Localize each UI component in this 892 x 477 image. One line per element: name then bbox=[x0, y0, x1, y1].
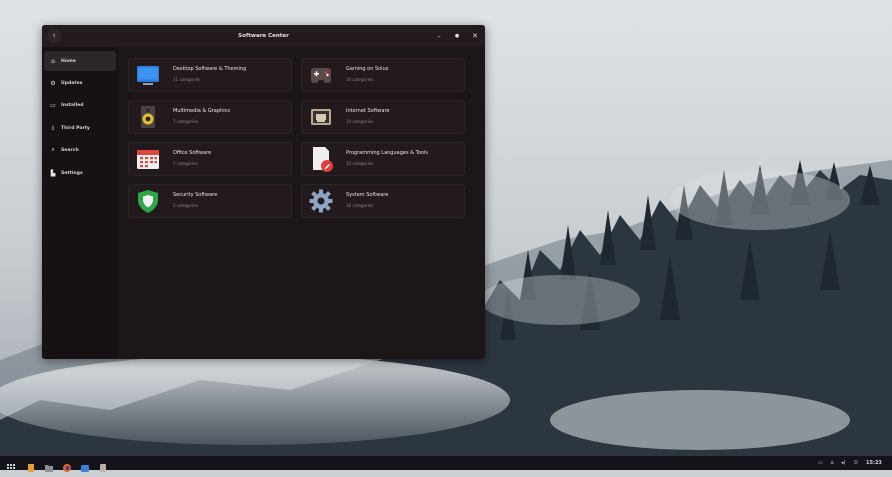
category-title: Gaming on Solus bbox=[346, 66, 389, 72]
category-title: Desktop Software & Theming bbox=[173, 66, 247, 72]
category-card-office[interactable]: Office Software 7 categories bbox=[128, 142, 292, 176]
terminal-icon[interactable] bbox=[98, 458, 108, 472]
close-button[interactable]: ✕ bbox=[468, 29, 482, 43]
category-card-gaming[interactable]: Gaming on Solus 10 categories bbox=[301, 58, 465, 92]
sidebar-item-label: Search bbox=[61, 147, 79, 153]
window-icon[interactable]: ▭ bbox=[818, 456, 823, 470]
titlebar: ‹ Software Center – ● ✕ bbox=[42, 25, 485, 47]
sidebar: ⌂ Home ⚙ Updates ▭ Installed ⤓ Third Par… bbox=[42, 47, 118, 359]
category-grid: Desktop Software & Theming 11 categories… bbox=[118, 47, 485, 359]
category-title: Multimedia & Graphics bbox=[173, 108, 230, 114]
settings-icon: ▙ bbox=[50, 169, 56, 177]
category-card-programming[interactable]: Programming Languages & Tools 10 categor… bbox=[301, 142, 465, 176]
firefox-icon[interactable] bbox=[62, 458, 72, 472]
document-edit-icon bbox=[313, 147, 333, 172]
category-title: System Software bbox=[346, 192, 389, 198]
maximize-button[interactable]: ● bbox=[450, 29, 464, 43]
folder-icon[interactable] bbox=[44, 458, 54, 472]
category-card-multimedia[interactable]: Multimedia & Graphics 7 categories bbox=[128, 100, 292, 134]
sidebar-item-home[interactable]: ⌂ Home bbox=[44, 51, 116, 71]
sidebar-item-label: Installed bbox=[61, 102, 84, 108]
sidebar-item-updates[interactable]: ⚙ Updates bbox=[44, 73, 116, 93]
category-card-desktop[interactable]: Desktop Software & Theming 11 categories bbox=[128, 58, 292, 92]
category-subtitle: 7 categories bbox=[173, 161, 198, 166]
category-card-security[interactable]: Security Software 3 categories bbox=[128, 184, 292, 218]
category-subtitle: 18 categories bbox=[346, 203, 374, 208]
taskbar: ▭ ♙ ◂) ⏻ 15:23 bbox=[0, 456, 892, 472]
gear-icon bbox=[309, 189, 333, 213]
category-title: Office Software bbox=[173, 150, 212, 156]
software-center-icon[interactable] bbox=[80, 458, 90, 472]
category-card-system[interactable]: System Software 18 categories bbox=[301, 184, 465, 218]
category-title: Security Software bbox=[173, 192, 218, 198]
software-center-window: ‹ Software Center – ● ✕ ⌂ Home ⚙ Updates… bbox=[42, 25, 485, 359]
minimize-button[interactable]: – bbox=[432, 29, 446, 43]
sidebar-item-label: Settings bbox=[61, 170, 83, 176]
sidebar-item-installed[interactable]: ▭ Installed bbox=[44, 95, 116, 115]
installed-icon: ▭ bbox=[50, 101, 56, 109]
third-party-icon: ⤓ bbox=[51, 124, 55, 131]
category-subtitle: 3 categories bbox=[173, 203, 198, 208]
sidebar-item-search[interactable]: ⌕ Search bbox=[44, 140, 116, 160]
desktop-icon bbox=[137, 66, 159, 85]
sidebar-item-label: Third Party bbox=[61, 125, 90, 131]
sidebar-item-settings[interactable]: ▙ Settings bbox=[44, 163, 116, 183]
volume-icon[interactable]: ◂) bbox=[841, 456, 845, 470]
sidebar-item-label: Home bbox=[61, 58, 76, 64]
search-icon: ⌕ bbox=[51, 146, 55, 153]
network-icon bbox=[311, 109, 331, 125]
power-icon[interactable]: ⏻ bbox=[854, 456, 858, 470]
speaker-icon bbox=[141, 106, 155, 128]
category-title: Programming Languages & Tools bbox=[346, 150, 428, 156]
calendar-icon bbox=[137, 150, 159, 169]
files-icon[interactable] bbox=[26, 458, 36, 472]
category-subtitle: 7 categories bbox=[173, 119, 198, 124]
category-card-internet[interactable]: Internet Software 10 categories bbox=[301, 100, 465, 134]
sidebar-item-third-party[interactable]: ⤓ Third Party bbox=[44, 118, 116, 138]
gamepad-icon bbox=[311, 68, 331, 83]
updates-icon: ⚙ bbox=[50, 79, 56, 87]
apps-grid-icon[interactable] bbox=[6, 458, 16, 472]
clock[interactable]: 15:23 bbox=[866, 456, 882, 470]
category-subtitle: 10 categories bbox=[346, 77, 374, 82]
shield-icon bbox=[138, 190, 158, 213]
network-icon[interactable]: ♙ bbox=[830, 456, 834, 470]
category-title: Internet Software bbox=[346, 108, 390, 114]
home-icon: ⌂ bbox=[51, 57, 55, 65]
category-subtitle: 10 categories bbox=[346, 161, 374, 166]
category-subtitle: 10 categories bbox=[346, 119, 374, 124]
sidebar-item-label: Updates bbox=[61, 80, 83, 86]
window-title: Software Center bbox=[238, 33, 289, 39]
category-subtitle: 11 categories bbox=[173, 77, 201, 82]
